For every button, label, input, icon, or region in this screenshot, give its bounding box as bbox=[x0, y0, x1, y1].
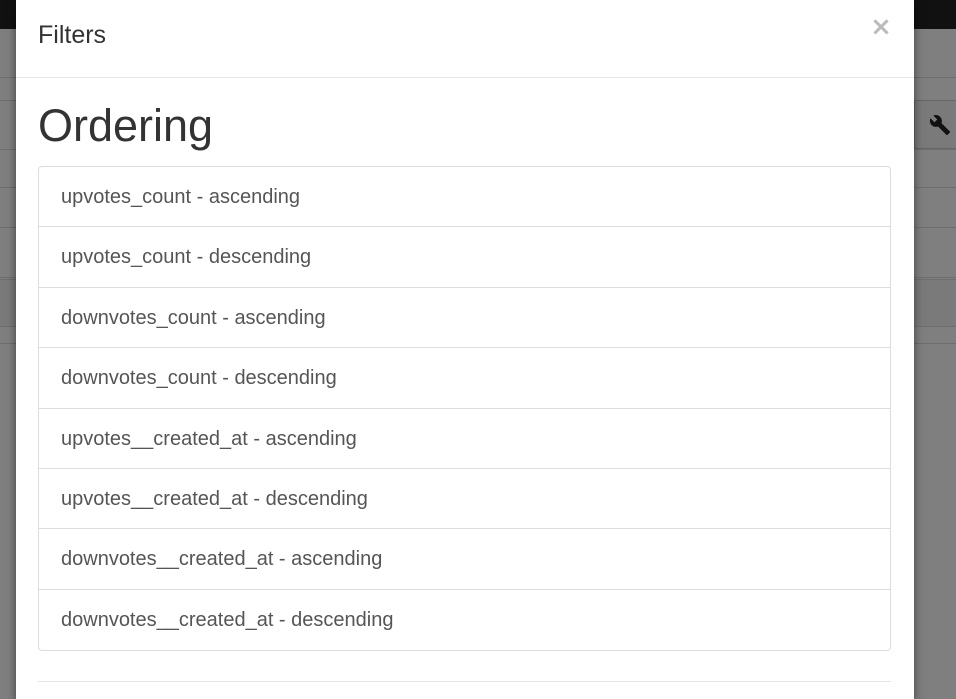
close-icon: × bbox=[870, 12, 892, 42]
ordering-option-upvotes-count-desc[interactable]: upvotes_count - descending bbox=[39, 227, 890, 288]
section-divider bbox=[38, 681, 891, 682]
ordering-option-upvotes-created-at-desc[interactable]: upvotes__created_at - descending bbox=[39, 469, 890, 530]
close-button[interactable]: × bbox=[870, 12, 892, 42]
ordering-option-downvotes-created-at-desc[interactable]: downvotes__created_at - descending bbox=[39, 590, 890, 650]
ordering-heading: Ordering bbox=[38, 100, 214, 151]
ordering-option-downvotes-count-asc[interactable]: downvotes_count - ascending bbox=[39, 288, 890, 349]
filters-modal: Filters × Ordering upvotes_count - ascen… bbox=[16, 0, 914, 699]
ordering-option-downvotes-created-at-asc[interactable]: downvotes__created_at - ascending bbox=[39, 529, 890, 590]
modal-title: Filters bbox=[38, 21, 107, 49]
modal-header: Filters × bbox=[16, 0, 914, 78]
ordering-option-upvotes-created-at-asc[interactable]: upvotes__created_at - ascending bbox=[39, 409, 890, 469]
ordering-option-downvotes-count-desc[interactable]: downvotes_count - descending bbox=[39, 348, 890, 409]
ordering-list: upvotes_count - ascending upvotes_count … bbox=[38, 166, 891, 652]
ordering-option-upvotes-count-asc[interactable]: upvotes_count - ascending bbox=[39, 167, 890, 228]
